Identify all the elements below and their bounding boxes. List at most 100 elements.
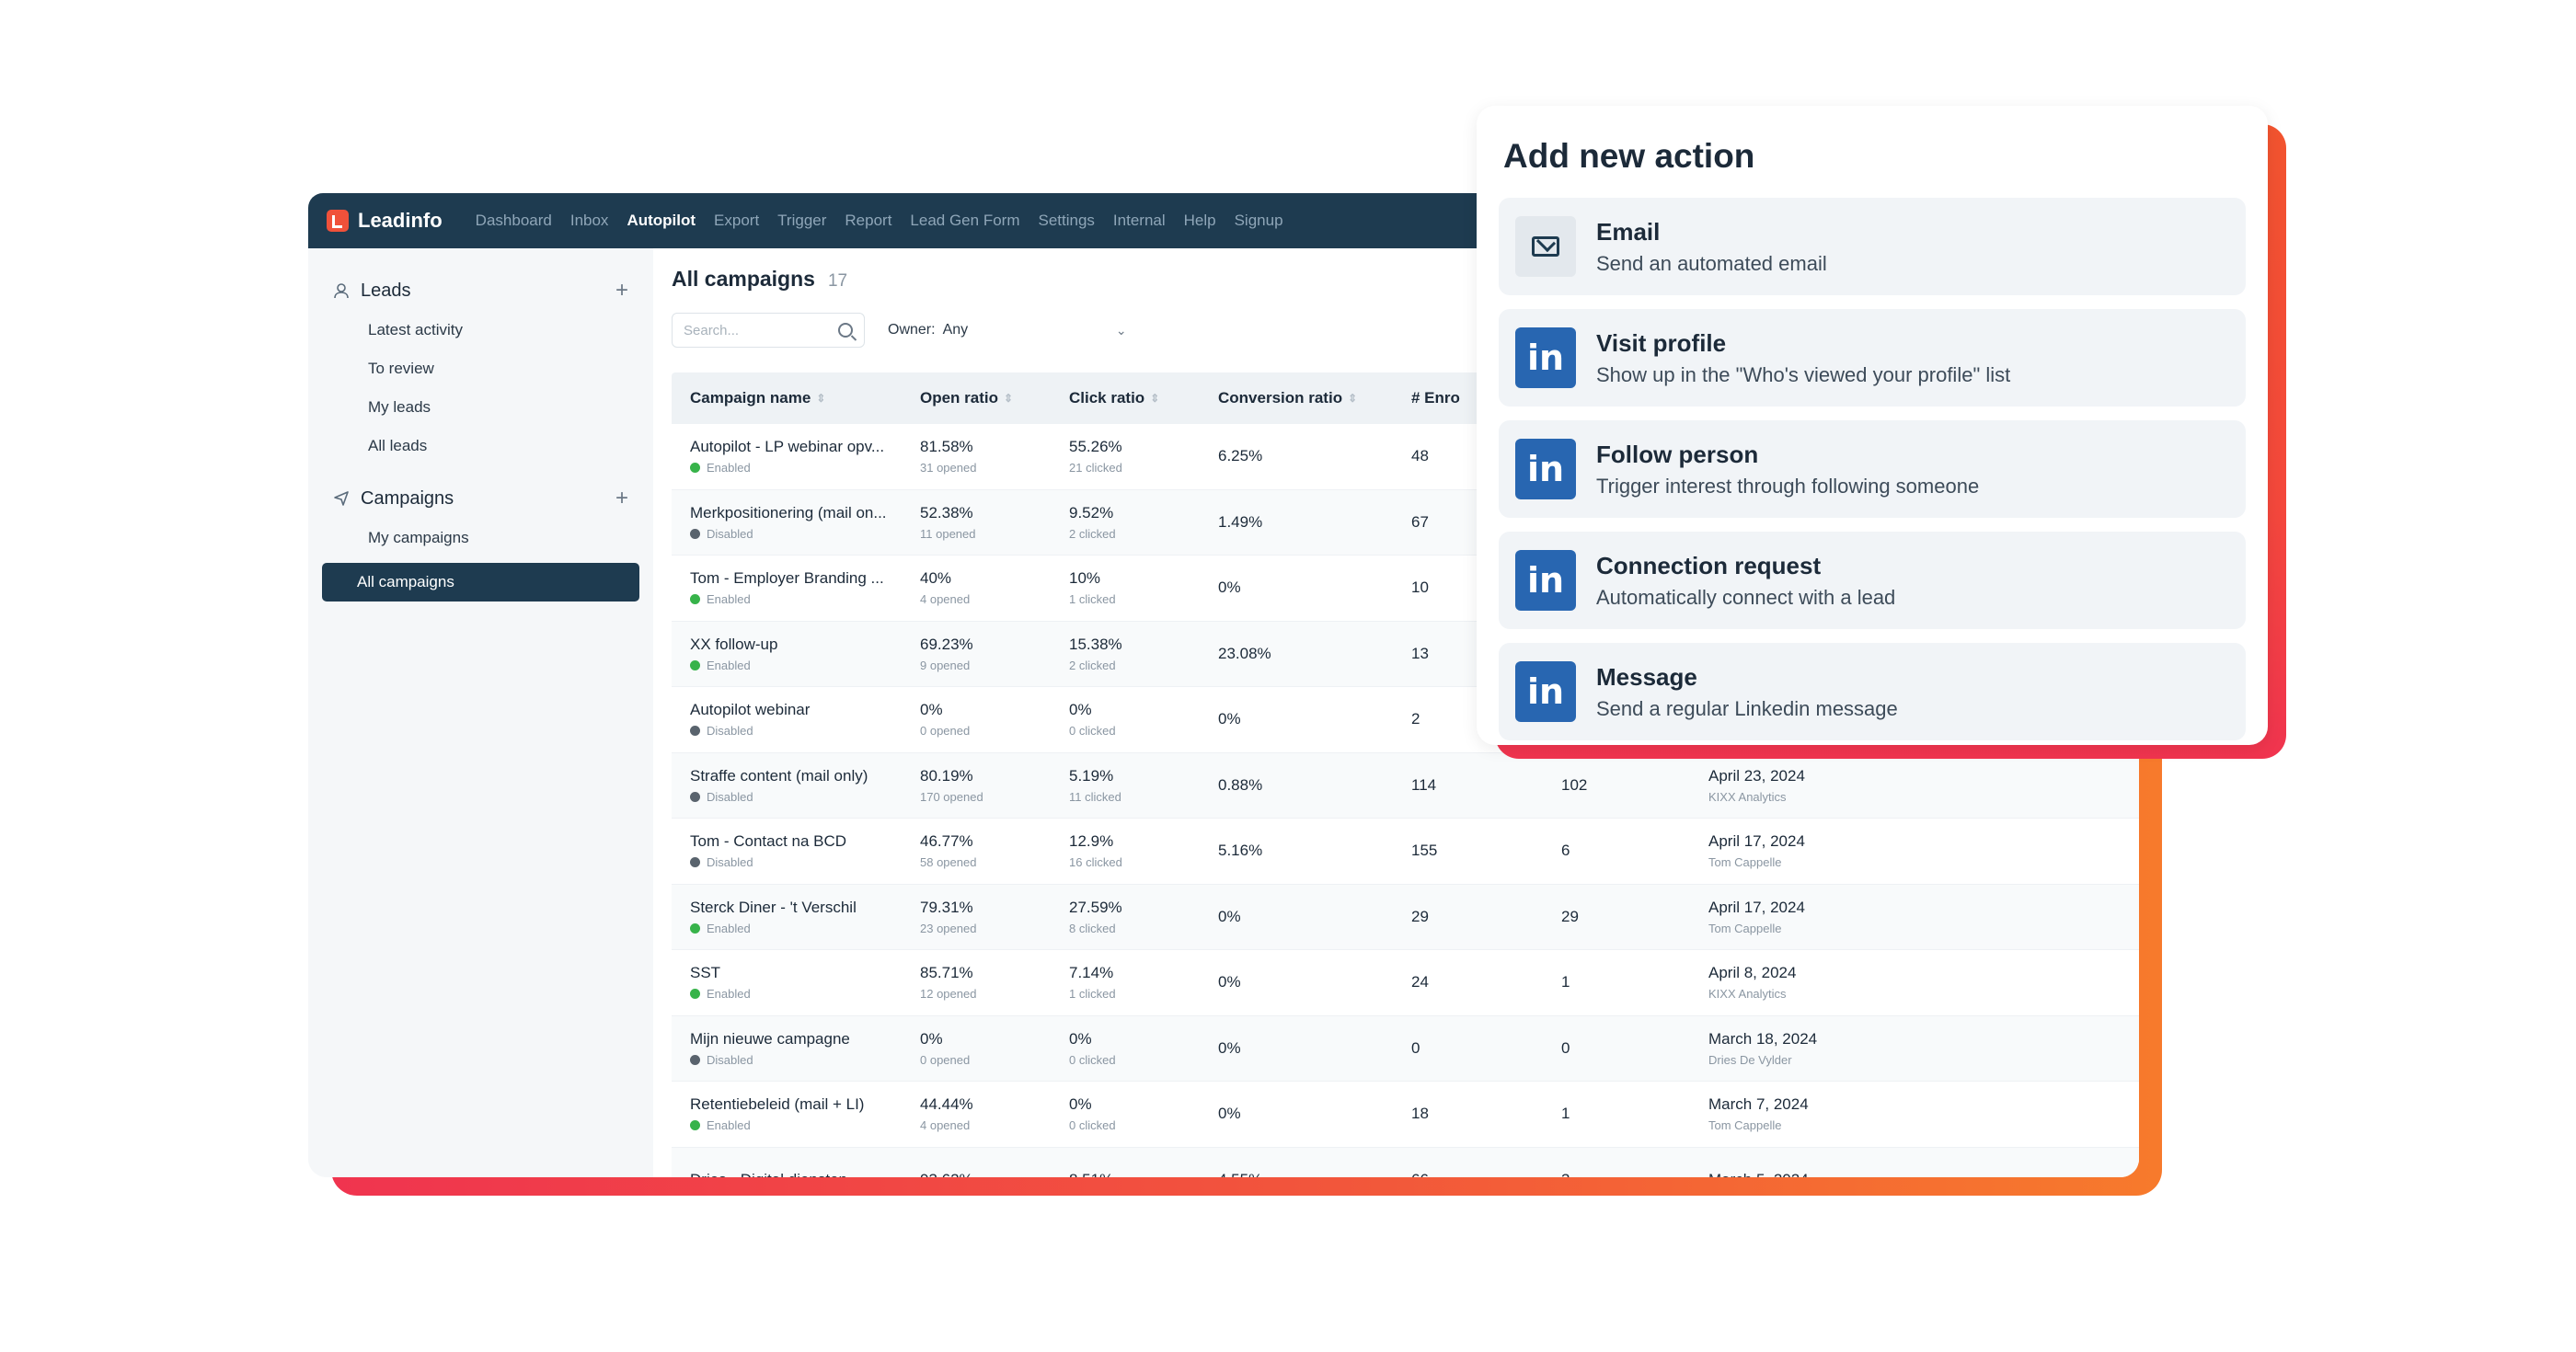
add-campaign-icon[interactable]: + bbox=[615, 486, 628, 511]
column-header-campaign-name[interactable]: Campaign name ⇕ bbox=[672, 389, 920, 407]
search-input[interactable] bbox=[684, 322, 838, 338]
sidebar-item-all-leads[interactable]: All leads bbox=[322, 427, 639, 465]
campaign-status: Disabled bbox=[707, 789, 753, 804]
campaign-name[interactable]: Mijn nieuwe campagne bbox=[690, 1030, 920, 1048]
click-ratio: 0% bbox=[1069, 1095, 1092, 1114]
action-option[interactable]: in Message Send a regular Linkedin message bbox=[1499, 643, 2246, 740]
completed-count: 6 bbox=[1561, 842, 1570, 860]
conversion-ratio: 6.25% bbox=[1218, 447, 1263, 465]
click-ratio: 5.19% bbox=[1069, 766, 1114, 785]
linkedin-icon: in bbox=[1515, 439, 1576, 499]
table-row[interactable]: Retentiebeleid (mail + LI) Enabled 44.44% 4… bbox=[672, 1082, 2139, 1148]
open-ratio: 46.77% bbox=[920, 832, 973, 851]
table-row[interactable]: SST Enabled 85.71% 12 opened 7.14% 1 clicked 0… bbox=[672, 950, 2139, 1016]
status-dot-icon bbox=[690, 659, 700, 670]
nav-internal[interactable]: Internal bbox=[1113, 212, 1166, 230]
open-ratio: 44.44% bbox=[920, 1095, 973, 1114]
status-dot-icon bbox=[690, 463, 700, 474]
open-ratio: 0% bbox=[920, 701, 943, 719]
nav-help[interactable]: Help bbox=[1184, 212, 1216, 230]
linkedin-icon: in bbox=[1515, 327, 1576, 388]
opened-count: 4 opened bbox=[920, 1118, 971, 1133]
brand[interactable]: Leadinfo bbox=[327, 209, 443, 233]
column-header-click-ratio[interactable]: Click ratio ⇕ bbox=[1069, 389, 1218, 407]
campaign-name[interactable]: Retentiebeleid (mail + LI) bbox=[690, 1095, 920, 1114]
sidebar-item-all-campaigns[interactable]: All campaigns bbox=[322, 563, 639, 602]
sort-icon: ⇕ bbox=[816, 392, 826, 405]
enrolled-count: 18 bbox=[1411, 1105, 1429, 1123]
action-option[interactable]: in Follow person Trigger interest through … bbox=[1499, 420, 2246, 518]
sidebar-group-label: Campaigns bbox=[361, 487, 454, 509]
nav-lead-gen-form[interactable]: Lead Gen Form bbox=[910, 212, 1019, 230]
owner-filter[interactable]: Owner: Any ⌄ bbox=[888, 322, 1127, 338]
sidebar-group-campaigns[interactable]: Campaigns + bbox=[322, 478, 639, 519]
completed-count: 0 bbox=[1561, 1038, 1570, 1057]
nav-inbox[interactable]: Inbox bbox=[570, 212, 609, 230]
nav-dashboard[interactable]: Dashboard bbox=[476, 212, 552, 230]
table-row[interactable]: Sterck Diner - 't Verschil Enabled 79.31% 2… bbox=[672, 884, 2139, 950]
action-list: Email Send an automated email in Visit prof… bbox=[1499, 198, 2246, 740]
nav-signup[interactable]: Signup bbox=[1235, 212, 1283, 230]
search-box[interactable] bbox=[672, 313, 865, 348]
campaign-name[interactable]: Tom - Employer Branding ... bbox=[690, 569, 920, 588]
campaign-name[interactable]: Tom - Contact na BCD bbox=[690, 832, 920, 851]
opened-count: 23 opened bbox=[920, 921, 977, 935]
campaign-name[interactable]: Sterck Diner - 't Verschil bbox=[690, 899, 920, 917]
open-ratio: 69.23% bbox=[920, 635, 973, 653]
table-row[interactable]: Straffe content (mail only) Disabled 80.19… bbox=[672, 752, 2139, 819]
nav-trigger[interactable]: Trigger bbox=[777, 212, 826, 230]
nav-settings[interactable]: Settings bbox=[1038, 212, 1094, 230]
sidebar-item-my-campaigns[interactable]: My campaigns bbox=[322, 519, 639, 557]
search-icon[interactable] bbox=[838, 323, 853, 338]
campaign-name[interactable]: Merkpositionering (mail on... bbox=[690, 504, 920, 522]
add-action-popover: Add new action Email Send an automated em… bbox=[1477, 106, 2268, 745]
action-option[interactable]: Email Send an automated email bbox=[1499, 198, 2246, 295]
linkedin-icon: in bbox=[1515, 661, 1576, 722]
action-option[interactable]: in Visit profile Show up in the "Who's vie… bbox=[1499, 309, 2246, 407]
campaign-name[interactable]: SST bbox=[690, 964, 920, 982]
opened-count: 9 opened bbox=[920, 658, 971, 672]
nav-export[interactable]: Export bbox=[714, 212, 759, 230]
column-header-conversion-ratio[interactable]: Conversion ratio ⇕ bbox=[1218, 389, 1411, 407]
sidebar-group-label: Leads bbox=[361, 280, 411, 301]
owner-select[interactable]: Any ⌄ bbox=[943, 322, 1127, 338]
sidebar-item-my-leads[interactable]: My leads bbox=[322, 388, 639, 427]
action-option[interactable]: in Connection request Automatically connec… bbox=[1499, 532, 2246, 629]
created-date: March 7, 2024 bbox=[1708, 1095, 1809, 1114]
opened-count: 4 opened bbox=[920, 592, 971, 607]
campaign-name[interactable]: Dries - Digital diensten bbox=[690, 1171, 920, 1177]
conversion-ratio: 0% bbox=[1218, 579, 1241, 597]
click-ratio: 27.59% bbox=[1069, 898, 1122, 916]
table-row[interactable]: Mijn nieuwe campagne Disabled 0% 0 opened 0%… bbox=[672, 1015, 2139, 1082]
sidebar: Leads + Latest activity To review My lea… bbox=[308, 248, 653, 1177]
nav-report[interactable]: Report bbox=[845, 212, 891, 230]
campaign-name[interactable]: XX follow-up bbox=[690, 636, 920, 654]
sidebar-item-to-review[interactable]: To review bbox=[322, 349, 639, 388]
brand-name: Leadinfo bbox=[358, 209, 443, 232]
campaign-name[interactable]: Autopilot - LP webinar opv... bbox=[690, 438, 920, 456]
sidebar-item-latest-activity[interactable]: Latest activity bbox=[322, 311, 639, 349]
conversion-ratio: 0.88% bbox=[1218, 775, 1263, 794]
add-lead-icon[interactable]: + bbox=[615, 278, 628, 304]
conversion-ratio: 0% bbox=[1218, 1038, 1241, 1057]
campaign-owner: KIXX Analytics bbox=[1708, 789, 1787, 804]
enrolled-count: 66 bbox=[1411, 1171, 1561, 1177]
campaign-count: 17 bbox=[827, 271, 848, 291]
created-date: March 18, 2024 bbox=[1708, 1029, 1818, 1048]
campaign-name[interactable]: Autopilot webinar bbox=[690, 701, 920, 719]
table-row[interactable]: Tom - Contact na BCD Disabled 46.77% 58 ope… bbox=[672, 819, 2139, 885]
clicked-count: 21 clicked bbox=[1069, 461, 1122, 475]
campaign-name[interactable]: Straffe content (mail only) bbox=[690, 767, 920, 785]
action-title: Message bbox=[1596, 662, 1697, 691]
opened-count: 11 opened bbox=[920, 526, 976, 541]
campaign-status: Disabled bbox=[707, 855, 753, 870]
table-row[interactable]: Dries - Digital diensten93.62%8.51%4.55%… bbox=[672, 1147, 2139, 1177]
sidebar-group-leads[interactable]: Leads + bbox=[322, 270, 639, 311]
click-ratio: 12.9% bbox=[1069, 832, 1114, 851]
campaign-status: Enabled bbox=[707, 1118, 751, 1133]
conversion-ratio: 0% bbox=[1218, 710, 1241, 728]
nav-autopilot[interactable]: Autopilot bbox=[627, 212, 696, 230]
click-ratio: 9.52% bbox=[1069, 503, 1114, 521]
campaign-owner: Dries De Vylder bbox=[1708, 1052, 1792, 1067]
column-header-open-ratio[interactable]: Open ratio ⇕ bbox=[920, 389, 1069, 407]
